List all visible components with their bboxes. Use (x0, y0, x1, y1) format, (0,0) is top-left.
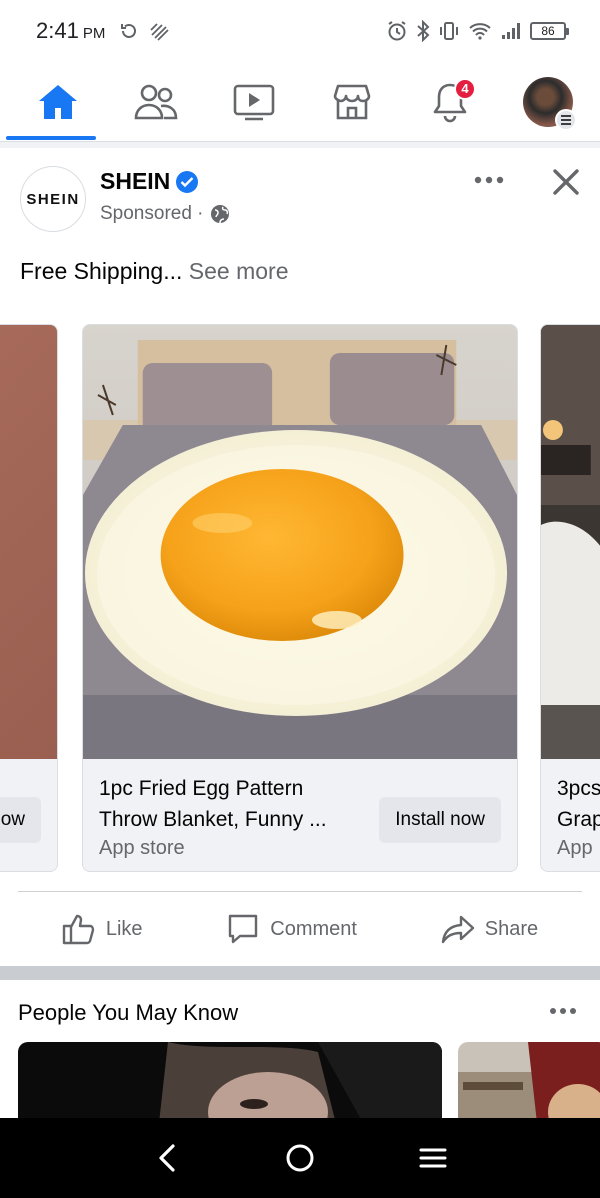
install-button[interactable]: Install now (379, 797, 501, 843)
more-horizontal-icon (474, 176, 504, 184)
carousel-card[interactable]: 1pc Fried Egg Pattern Throw Blanket, Fun… (82, 324, 518, 872)
product-subtitle: App (557, 837, 593, 859)
status-bar: 2:41 PM 86 (0, 0, 600, 62)
friends-icon (134, 84, 178, 119)
bluetooth-icon (417, 20, 430, 42)
thumbs-up-icon (62, 914, 95, 945)
menu-icon (561, 114, 571, 125)
product-title: 3pcs Grap (557, 777, 600, 831)
product-subtitle: App store (99, 837, 185, 859)
comment-button[interactable]: Comment (212, 904, 371, 954)
globe-icon (210, 205, 229, 224)
tab-watch[interactable] (224, 72, 284, 132)
wifi-icon (469, 23, 491, 40)
share-label: Share (484, 917, 539, 940)
carousel-card-previous[interactable]: ow (0, 324, 58, 872)
post-text-body: Free Shipping... (20, 258, 183, 284)
section-separator (0, 966, 600, 980)
advertiser-logo[interactable]: SHEIN (20, 166, 86, 232)
avatar (523, 76, 577, 131)
home-nav-button[interactable] (270, 1128, 330, 1188)
tab-menu-profile[interactable] (518, 72, 578, 132)
tab-marketplace[interactable] (322, 72, 382, 132)
top-nav-bar: 4 (0, 62, 600, 142)
watch-video-icon (233, 84, 275, 120)
back-chevron-icon (159, 1144, 175, 1172)
sponsored-label: Sponsored · (100, 203, 204, 224)
share-arrow-icon (441, 915, 474, 944)
pymk-title: People You May Know (18, 1000, 239, 1025)
home-circle-icon (286, 1144, 314, 1172)
sponsored-row: Sponsored · (100, 203, 230, 225)
sync-icon (121, 23, 137, 38)
share-button[interactable]: Share (427, 904, 552, 954)
product-image (541, 325, 600, 759)
see-more-link[interactable]: See more (189, 258, 289, 284)
advertiser-name[interactable]: SHEIN (100, 168, 170, 195)
tab-home[interactable] (28, 72, 88, 132)
feed-separator (0, 142, 600, 148)
product-title: 1pc Fried Egg Pattern Throw Blanket, Fun… (99, 777, 327, 831)
alarm-icon (388, 21, 406, 41)
battery-indicator: 86 (530, 22, 569, 40)
recents-button[interactable] (403, 1128, 463, 1188)
android-navigation-bar (0, 1118, 600, 1198)
product-image (0, 325, 57, 759)
hide-post-button[interactable] (546, 162, 586, 202)
marketplace-icon (333, 84, 371, 119)
post-actions: Like Comment Share (0, 892, 600, 966)
carousel-card-next[interactable]: 3pcs Grap App (540, 324, 600, 872)
advertiser-name-row: SHEIN (100, 168, 199, 195)
back-button[interactable] (137, 1128, 197, 1188)
more-horizontal-icon (550, 1008, 576, 1014)
tab-notifications[interactable]: 4 (420, 72, 480, 132)
home-icon (39, 84, 77, 119)
post-options-button[interactable] (470, 166, 508, 194)
close-icon (553, 169, 579, 195)
hand-wave-icon (150, 23, 169, 41)
like-label: Like (105, 917, 143, 940)
comment-label: Comment (270, 917, 357, 940)
pymk-options-button[interactable] (544, 998, 582, 1024)
notification-badge: 4 (454, 77, 476, 100)
verified-badge-icon (176, 170, 199, 193)
post-text: Free Shipping... See more (20, 258, 288, 285)
active-tab-indicator (6, 136, 96, 140)
like-button[interactable]: Like (48, 904, 157, 954)
recents-menu-icon (419, 1148, 447, 1168)
tab-friends[interactable] (126, 72, 186, 132)
install-button[interactable]: ow (0, 797, 41, 843)
fried-egg-blanket-image (83, 325, 517, 759)
vibrate-icon (440, 22, 458, 40)
product-carousel[interactable]: ow 1pc Fried Egg Pattern Throw Blanket, … (0, 324, 600, 874)
signal-icon (502, 23, 520, 39)
status-time: 2:41 PM (36, 18, 106, 43)
comment-icon (229, 914, 258, 944)
